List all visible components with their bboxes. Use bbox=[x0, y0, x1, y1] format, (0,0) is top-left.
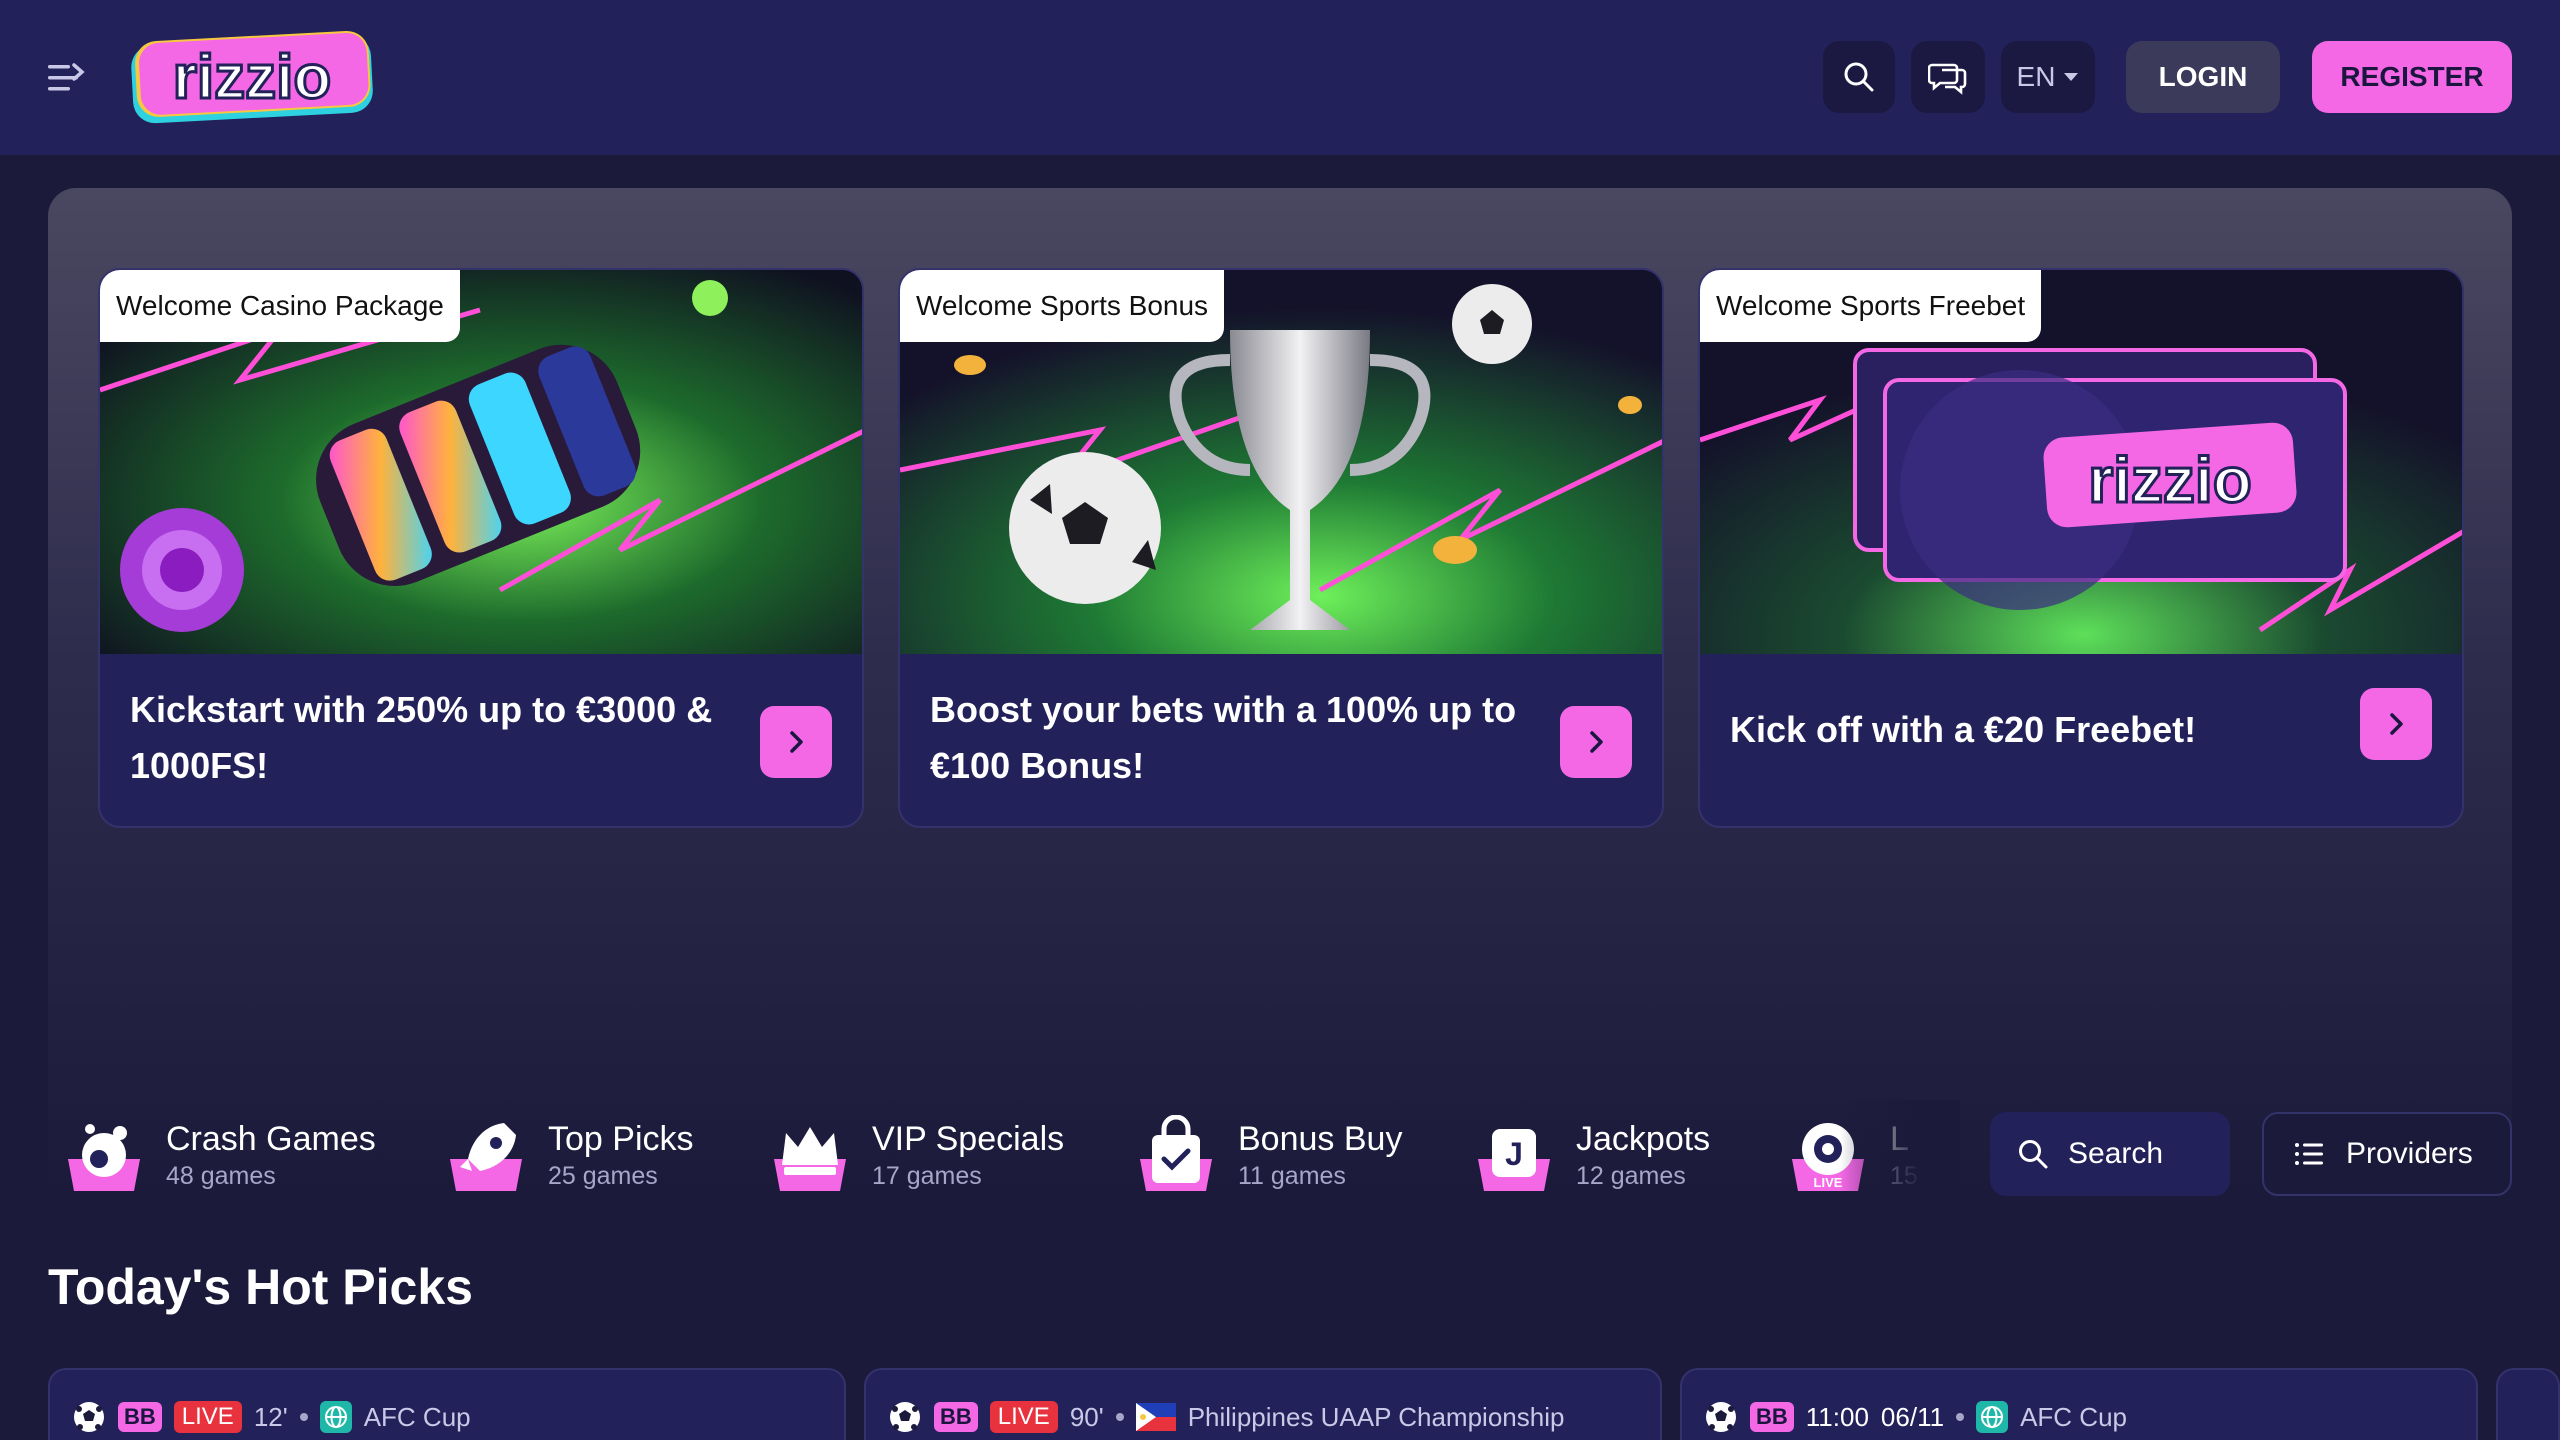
caret-down-icon bbox=[2064, 73, 2079, 81]
search-icon bbox=[1844, 62, 1874, 92]
category-bonus-buy[interactable]: Bonus Buy 11 games bbox=[1136, 1110, 1402, 1200]
category-top-picks[interactable]: Top Picks 25 games bbox=[446, 1110, 694, 1200]
promo-tag: Welcome Sports Bonus bbox=[900, 270, 1225, 342]
chevron-right-icon bbox=[790, 731, 803, 753]
promo-text: Boost your bets with a 100% up to €100 B… bbox=[930, 689, 1517, 786]
language-label: EN bbox=[2016, 61, 2056, 92]
login-button[interactable]: LOGIN bbox=[2126, 41, 2280, 113]
promo-card-casino[interactable]: Welcome Casino Package Kickstart with 25… bbox=[98, 268, 864, 828]
match-card[interactable]: BB 11:00 06/11 AFC Cup bbox=[1680, 1368, 2478, 1440]
chevron-right-icon bbox=[1590, 731, 1603, 753]
soccer-ball-icon bbox=[1706, 1402, 1736, 1432]
live-badge: LIVE bbox=[173, 1401, 242, 1433]
menu-icon[interactable] bbox=[44, 56, 88, 100]
promo-text: Kickstart with 250% up to €3000 & 1000FS… bbox=[130, 689, 713, 786]
separator-dot bbox=[1115, 1413, 1124, 1421]
svg-text:J: J bbox=[1505, 1136, 1523, 1172]
bb-badge: BB bbox=[118, 1402, 162, 1432]
rizzio-logo[interactable]: rizzio bbox=[126, 30, 378, 126]
section-title: Today's Hot Picks bbox=[48, 1259, 473, 1315]
category-jackpots[interactable]: J Jackpots 12 games bbox=[1474, 1110, 1710, 1200]
match-card-partial[interactable] bbox=[2496, 1368, 2560, 1440]
rocket-icon bbox=[450, 1123, 522, 1191]
promo-text: Kick off with a €20 Freebet! bbox=[1730, 709, 2197, 750]
search-label: Search bbox=[2068, 1137, 2164, 1170]
chat-icon bbox=[1928, 63, 1967, 95]
register-button[interactable]: REGISTER bbox=[2312, 41, 2512, 113]
chevron-right-icon bbox=[2390, 713, 2403, 735]
category-name: Top Picks bbox=[548, 1120, 694, 1158]
category-count: 25 games bbox=[548, 1162, 658, 1190]
promo-tag: Welcome Casino Package bbox=[100, 270, 460, 342]
search-icon bbox=[2019, 1140, 2048, 1169]
category-name: Bonus Buy bbox=[1238, 1120, 1403, 1158]
globe-icon bbox=[319, 1401, 352, 1433]
live-icon-label: LIVE bbox=[1814, 1175, 1843, 1190]
globe-icon bbox=[1976, 1401, 2009, 1433]
promo-card-sports-bonus[interactable]: Welcome Sports Bonus Boost your bets wit… bbox=[898, 268, 1664, 828]
search-button[interactable] bbox=[1823, 41, 1895, 113]
promo-arrow-button[interactable] bbox=[2360, 688, 2432, 760]
match-time: 11:00 bbox=[1805, 1401, 1869, 1432]
category-count: 17 games bbox=[872, 1162, 982, 1190]
promo-tag: Welcome Sports Freebet bbox=[1700, 270, 2042, 342]
category-name: Jackpots bbox=[1576, 1120, 1711, 1158]
providers-label: Providers bbox=[2346, 1137, 2473, 1170]
league-name: AFC Cup bbox=[2020, 1401, 2127, 1432]
soccer-ball-icon bbox=[890, 1402, 920, 1432]
soccer-ball-icon bbox=[74, 1402, 104, 1432]
category-crash-games[interactable]: Crash Games 48 games bbox=[64, 1110, 376, 1200]
category-name: VIP Specials bbox=[872, 1120, 1065, 1158]
match-minute: 90' bbox=[1069, 1401, 1104, 1432]
category-vip-specials[interactable]: VIP Specials 17 games bbox=[770, 1110, 1064, 1200]
bb-badge: BB bbox=[934, 1402, 978, 1432]
banner-logo-text: rizzio bbox=[2088, 444, 2252, 516]
category-name: Crash Games bbox=[166, 1120, 376, 1158]
logo-text: rizzio bbox=[173, 43, 331, 112]
separator-dot bbox=[1956, 1413, 1965, 1421]
live-badge: LIVE bbox=[989, 1401, 1058, 1433]
chat-button[interactable] bbox=[1911, 41, 1985, 113]
promo-arrow-button[interactable] bbox=[760, 706, 832, 778]
category-fade-overlay bbox=[1840, 1100, 1960, 1210]
bb-badge: BB bbox=[1750, 1402, 1794, 1432]
crown-icon bbox=[774, 1127, 846, 1191]
list-icon bbox=[2295, 1143, 2323, 1165]
match-card[interactable]: BB LIVE 12' AFC Cup bbox=[48, 1368, 846, 1440]
top-header: rizzio EN LOGIN REGISTER bbox=[0, 0, 2560, 155]
league-name: Philippines UAAP Championship bbox=[1187, 1401, 1565, 1432]
philippines-flag-icon bbox=[1135, 1403, 1176, 1431]
category-count: 48 games bbox=[166, 1162, 276, 1190]
providers-button[interactable]: Providers bbox=[2262, 1112, 2512, 1196]
game-search-button[interactable]: Search bbox=[1990, 1112, 2230, 1196]
separator-dot bbox=[299, 1413, 308, 1421]
shopping-bag-icon bbox=[1140, 1115, 1212, 1191]
crash-games-icon bbox=[68, 1124, 140, 1191]
match-minute: 12' bbox=[253, 1401, 288, 1432]
match-date: 06/11 bbox=[1880, 1401, 1945, 1432]
category-count: 11 games bbox=[1238, 1162, 1346, 1190]
jackpot-icon: J bbox=[1478, 1129, 1550, 1191]
category-count: 12 games bbox=[1576, 1162, 1686, 1190]
promo-card-sports-freebet[interactable]: rizzio Welcome Sports Freebet Kick off w… bbox=[1698, 268, 2464, 828]
language-selector[interactable]: EN bbox=[2001, 41, 2095, 113]
promo-arrow-button[interactable] bbox=[1560, 706, 1632, 778]
league-name: AFC Cup bbox=[363, 1401, 471, 1432]
match-card[interactable]: BB LIVE 90' Philippines UAAP Championshi… bbox=[864, 1368, 1662, 1440]
